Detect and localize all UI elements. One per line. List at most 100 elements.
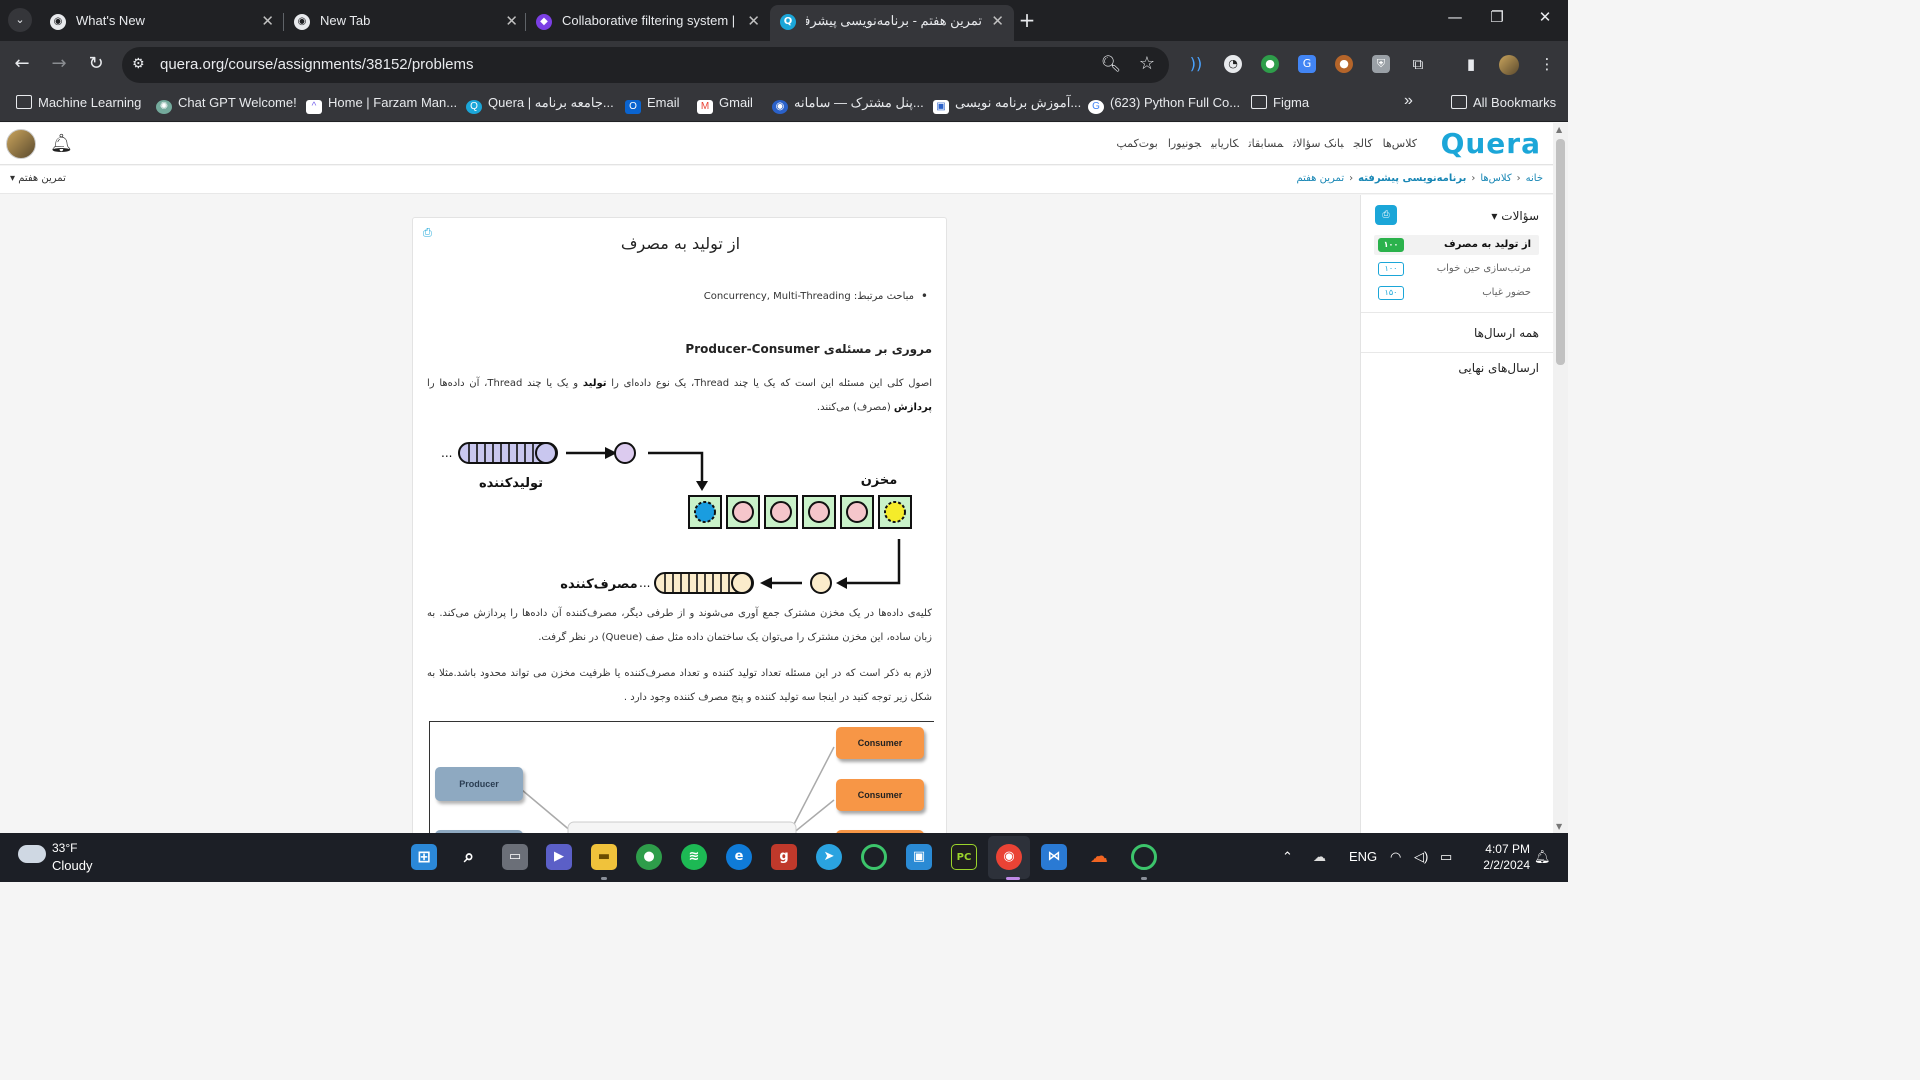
extension-globe-icon[interactable]: ● [1261, 55, 1279, 73]
weather-condition[interactable]: Cloudy [52, 858, 92, 873]
teams-icon[interactable]: ▶ [546, 844, 572, 870]
score-badge: ۱۰۰ [1378, 262, 1404, 276]
battery-icon[interactable]: ▭ [1440, 849, 1452, 865]
volume-icon[interactable]: ◁) [1414, 849, 1428, 865]
quera-logo[interactable]: Quera [1441, 127, 1541, 160]
close-icon[interactable]: ✕ [261, 12, 274, 30]
green-ring-app-icon[interactable] [1131, 844, 1157, 870]
onedrive-icon[interactable]: ☁ [1313, 849, 1326, 865]
nav-juniora[interactable]: جونیورا [1168, 137, 1201, 150]
tab-whats-new[interactable]: ◉ What's New ✕ [40, 5, 284, 41]
weather-temperature[interactable]: 33°F [52, 841, 77, 855]
folder-icon [1251, 95, 1267, 109]
site-info-icon[interactable]: ⚙ [132, 56, 145, 72]
globe-app-icon[interactable]: ● [636, 844, 662, 870]
green-circle-app-icon[interactable] [861, 844, 887, 870]
nav-jobs[interactable]: کاریابی [1211, 137, 1239, 150]
url-text[interactable]: quera.org/course/assignments/38152/probl… [160, 56, 474, 73]
bookmark-email[interactable]: O Email [625, 95, 680, 115]
user-avatar[interactable] [6, 129, 36, 159]
task-view-icon[interactable]: ▭ [502, 844, 528, 870]
notification-bell-icon[interactable]: 🔔︎ [1534, 849, 1551, 865]
nav-college[interactable]: کالج [1354, 137, 1373, 150]
tab-search-button[interactable]: ⌄ [8, 8, 32, 32]
new-tab-button[interactable]: + [1016, 9, 1038, 31]
profile-avatar[interactable] [1499, 55, 1519, 75]
bookmark-machine-learning[interactable]: Machine Learning [16, 95, 141, 115]
close-icon[interactable]: ✕ [747, 12, 760, 30]
tab-quera-active[interactable]: Q تمرین هفتم - برنامه‌نویسی پیشرفته ✕ [770, 5, 1014, 41]
vscode-icon[interactable]: ⋈ [1041, 844, 1067, 870]
final-submissions-link[interactable]: ارسال‌های نهایی [1458, 361, 1539, 375]
question-item-2[interactable]: مرتب‌سازی حین خواب ۱۰۰ [1374, 259, 1539, 279]
question-item-1[interactable]: از تولید به مصرف ۱۰۰ [1374, 235, 1539, 255]
chevron-up-icon[interactable]: ⌃ [1282, 849, 1293, 865]
remote-desktop-icon[interactable]: ▣ [906, 844, 932, 870]
breadcrumb-classes[interactable]: کلاس‌ها [1480, 173, 1511, 184]
reload-button[interactable]: ↻ [84, 53, 108, 74]
language-indicator[interactable]: ENG [1349, 849, 1377, 864]
bell-icon[interactable]: 🔔︎ [50, 133, 73, 154]
breadcrumb-course[interactable]: برنامه‌نویسی پیشرفته [1358, 173, 1466, 184]
page-scrollbar[interactable]: ▲ ▼ [1553, 123, 1568, 833]
scroll-down-icon[interactable]: ▼ [1556, 822, 1562, 831]
spotify-icon[interactable]: ≋ [681, 844, 707, 870]
nav-problem-bank[interactable]: بانک سؤالات [1293, 137, 1343, 150]
close-icon[interactable]: ✕ [505, 12, 518, 30]
scroll-up-icon[interactable]: ▲ [1556, 125, 1562, 134]
file-explorer-icon[interactable]: ▬ [591, 844, 617, 870]
bookmark-star-icon[interactable]: ☆ [1139, 53, 1155, 74]
bookmark-gmail[interactable]: M Gmail [697, 95, 753, 115]
bookmark-quera[interactable]: Q Quera | جامعه برنامه... [466, 95, 614, 115]
nav-bootcamp[interactable]: بوت‌کمپ [1116, 137, 1158, 150]
assignment-selector[interactable]: ▾ تمرین هفتم [10, 173, 66, 184]
tab-new-tab[interactable]: ◉ New Tab ✕ [284, 5, 528, 41]
close-icon[interactable]: ✕ [991, 12, 1004, 30]
system-clock[interactable]: 4:07 PM 2/2/2024 [1466, 841, 1530, 873]
wifi-icon[interactable]: ◠ [1390, 849, 1401, 865]
windows-start-icon[interactable]: ⊞ [411, 844, 437, 870]
bookmark-farzam[interactable]: ^ Home | Farzam Man... [306, 95, 457, 115]
extension-shield-icon[interactable]: ⛨ [1372, 55, 1390, 73]
text-run: (مصرف) می‌کنند. [816, 402, 894, 413]
scrollbar-thumb[interactable] [1556, 139, 1565, 365]
nav-contests[interactable]: مسابقات [1249, 137, 1284, 150]
extensions-puzzle-icon[interactable]: ⧉ [1409, 55, 1427, 73]
minimize-icon[interactable]: — [1440, 8, 1470, 26]
restore-icon[interactable]: ❐ [1482, 8, 1512, 26]
questions-title[interactable]: سؤالات ▾ [1491, 209, 1539, 223]
close-window-icon[interactable]: ✕ [1530, 8, 1560, 26]
question-item-3[interactable]: حضور غیاب ۱۵۰ [1374, 283, 1539, 303]
bookmark-figma[interactable]: Figma [1251, 95, 1309, 115]
all-bookmarks-button[interactable]: All Bookmarks [1451, 95, 1556, 115]
search-icon[interactable]: 🔍︎ [1101, 54, 1121, 73]
bookmark-bank-panel[interactable]: ◉ پنل مشترک — سامانه... [772, 95, 924, 115]
bookmark-python-course[interactable]: G (623) Python Full Co... [1088, 95, 1240, 115]
side-panel-icon[interactable]: ▮ [1462, 55, 1480, 73]
cloud-icon[interactable] [18, 845, 46, 863]
breadcrumb-home[interactable]: خانه [1526, 173, 1543, 184]
edge-icon[interactable]: e [726, 844, 752, 870]
google-translate-icon[interactable]: G [1298, 55, 1316, 73]
extension-speed-icon[interactable]: ◔ [1224, 55, 1242, 73]
address-bar[interactable]: ⚙ quera.org/course/assignments/38152/pro… [122, 47, 1169, 83]
forward-button[interactable]: → [47, 53, 71, 74]
chrome-icon[interactable]: ◉ [996, 844, 1022, 870]
bookmark-chatgpt[interactable]: ✺ Chat GPT Welcome! [156, 95, 297, 115]
telegram-icon[interactable]: ➤ [816, 844, 842, 870]
menu-kebab-icon[interactable]: ⋮ [1538, 55, 1556, 73]
all-submissions-link[interactable]: همه ارسال‌ها [1474, 326, 1539, 340]
git-app-icon[interactable]: g [771, 844, 797, 870]
soundcloud-icon[interactable]: ☁ [1086, 844, 1112, 870]
breadcrumb-assignment[interactable]: تمرین هفتم [1296, 173, 1344, 184]
print-icon[interactable]: ⎙ [1375, 205, 1397, 225]
back-button[interactable]: ← [10, 53, 34, 74]
extension-sound-icon[interactable]: )) [1187, 55, 1205, 73]
pycharm-icon[interactable]: PC [951, 844, 977, 870]
nav-classes[interactable]: کلاس‌ها [1383, 137, 1417, 150]
bookmark-programming-course[interactable]: ▣ آموزش برنامه نویسی... [933, 95, 1081, 115]
more-bookmarks-button[interactable]: » [1404, 92, 1413, 112]
extension-owl-icon[interactable]: ● [1335, 55, 1353, 73]
tab-collaborative-filtering[interactable]: ◆ Collaborative filtering system | C ✕ [526, 5, 770, 41]
search-icon[interactable]: ⌕ [456, 844, 482, 870]
